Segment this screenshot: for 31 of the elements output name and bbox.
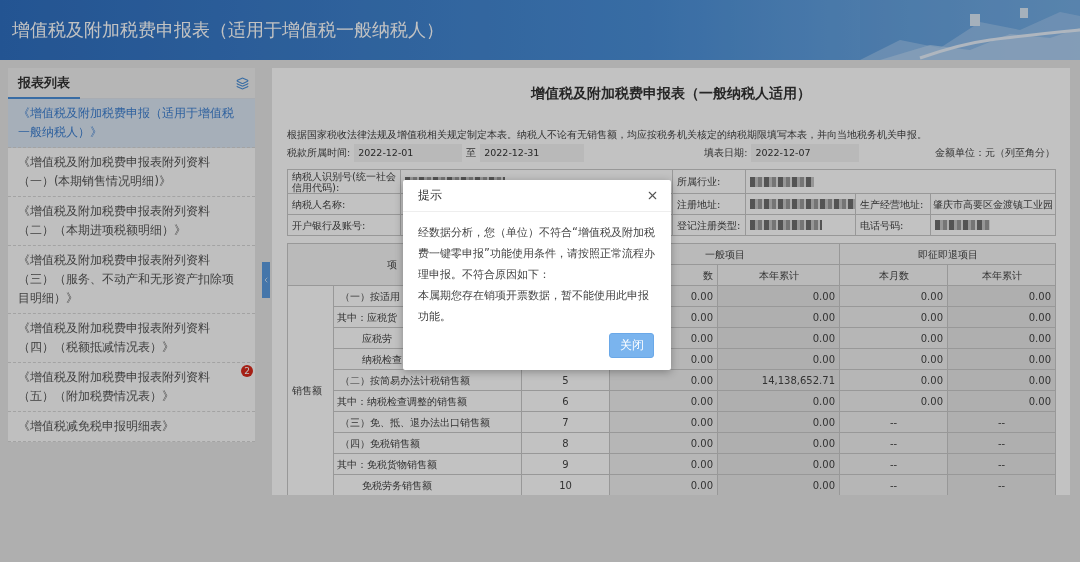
period-label: 税款所属时间: <box>287 146 351 160</box>
table-cell: 纳税人识别号(统一社会信用代码): <box>287 169 401 194</box>
report-list-item[interactable]: 《增值税及附加税费申报表附列资料（三）（服务、不动产和无形资产扣除项目明细）》 <box>8 246 255 314</box>
table-cell: 纳税人名称: <box>287 193 401 215</box>
report-list-item[interactable]: 《增值税及附加税费申报表附列资料（四）（税额抵减情况表）》 <box>8 314 255 363</box>
report-list-item[interactable]: 《增值税及附加税费申报表附列资料（二）（本期进项税额明细）》 <box>8 197 255 246</box>
report-list-item[interactable]: 《增值税及附加税费申报表附列资料（五）（附加税费情况表）》 2 <box>8 363 255 412</box>
table-cell: （二）按简易办法计税销售额 <box>333 369 522 391</box>
redacted-mark <box>935 220 990 230</box>
collapse-handle[interactable] <box>262 262 270 298</box>
period-separator: 至 <box>466 146 477 160</box>
table-cell: 所属行业: <box>672 169 746 194</box>
layers-icon[interactable] <box>236 76 249 90</box>
table-cell: 开户银行及账号: <box>287 214 401 236</box>
redacted-mark <box>750 220 822 230</box>
period-start-field[interactable]: 2022-12-01 <box>354 144 463 162</box>
redacted-mark <box>750 176 814 187</box>
column-header: 即征即退项目 <box>839 243 1056 265</box>
amount-unit: 金额单位：元（列至角分） <box>935 146 1055 160</box>
dialog-title: 提示 <box>418 187 442 204</box>
report-list-item[interactable]: 《增值税及附加税费申报表附列资料（一）(本期销售情况明细)》 <box>8 148 255 197</box>
table-cell: 销售额 <box>287 285 334 495</box>
close-icon[interactable] <box>646 189 659 202</box>
form-title: 增值税及附加税费申报表（一般纳税人适用） <box>529 84 812 103</box>
page-title: 增值税及附加税费申报表（适用于增值税一般纳税人） <box>11 18 444 42</box>
fill-date-label: 填表日期: <box>704 146 748 160</box>
report-list-item[interactable]: 《增值税减免税申报明细表》 <box>8 412 255 442</box>
fill-date-field[interactable]: 2022-12-07 <box>751 144 860 162</box>
count-badge: 2 <box>241 365 253 377</box>
period-end-field[interactable]: 2022-12-31 <box>480 144 585 162</box>
form-note: 根据国家税收法律法规及增值税相关规定制定本表。纳税人不论有无销售额，均应按税务机关核定的纳税期限填写本表，并向当地税务机关申报。 <box>287 129 928 142</box>
